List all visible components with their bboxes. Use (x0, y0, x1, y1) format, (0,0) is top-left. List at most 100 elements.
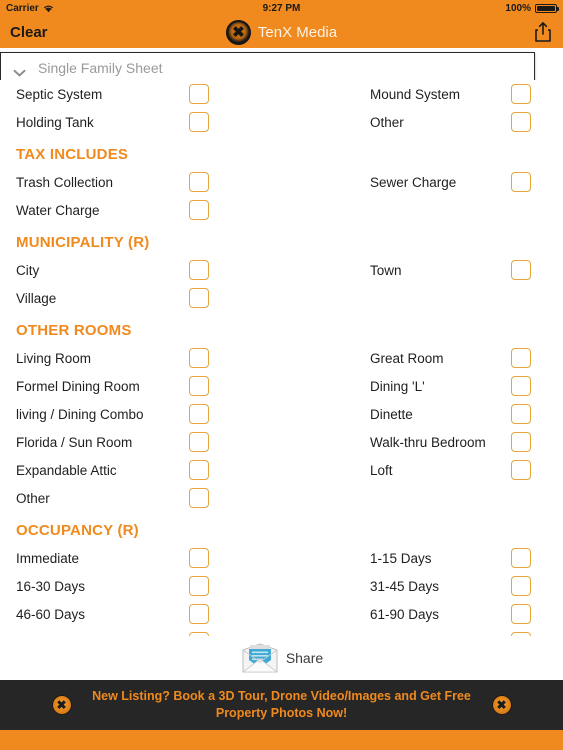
checklist-label-right: Walk-thru Bedroom (370, 428, 486, 456)
section-heading: MUNICIPALITY (R) (16, 233, 150, 251)
checklist-option-label: Expandable Attic (16, 462, 117, 478)
bottom-strip (0, 730, 563, 750)
checklist-option-label: Town (370, 262, 402, 278)
checkbox-right[interactable] (511, 172, 531, 192)
form-checklist: Septic System Mound System Holding Tank Oth… (0, 80, 563, 680)
checklist-option-label: Sewer Charge (370, 174, 457, 190)
checkbox-left[interactable] (189, 172, 209, 192)
close-x-icon-left[interactable]: ✖ (51, 695, 72, 715)
navigation-title-group: ✖ TenX Media (0, 16, 563, 48)
checklist-label-left: Holding Tank (16, 108, 94, 136)
checkbox-left[interactable] (189, 348, 209, 368)
checklist-label-right: 31-45 Days (370, 572, 439, 600)
checklist-label-right: Great Room (370, 344, 444, 372)
checklist-label-left: Formel Dining Room (16, 372, 140, 400)
ad-banner-text: New Listing? Book a 3D Tour, Drone Video… (92, 689, 471, 720)
checklist-row: living / Dining Combo Dinette (0, 400, 563, 428)
checklist-label-right: 1-15 Days (370, 544, 432, 572)
checkbox-right[interactable] (511, 112, 531, 132)
checkbox-right[interactable] (511, 576, 531, 596)
checklist-label-right: Mound System (370, 80, 460, 108)
status-bar-right: 100% (505, 2, 559, 14)
checkbox-right[interactable] (511, 84, 531, 104)
checklist-label-left: Water Charge (16, 196, 100, 224)
checklist-option-label: Village (16, 290, 57, 306)
checklist-row: Septic System Mound System (0, 80, 563, 108)
battery-full-icon (535, 3, 559, 13)
share-export-icon[interactable] (533, 21, 553, 43)
clear-button[interactable]: Clear (10, 24, 48, 41)
navigation-bar: Clear ✖ TenX Media (0, 16, 563, 48)
checklist-row: Trash Collection Sewer Charge (0, 168, 563, 196)
checklist-option-label: Trash Collection (16, 174, 114, 190)
checkbox-right[interactable] (511, 460, 531, 480)
checklist-option-label: Dining 'L' (370, 378, 425, 394)
checklist-row: 46-60 Days 61-90 Days (0, 600, 563, 628)
status-bar-time: 9:27 PM (262, 2, 301, 14)
checklist-label-left: Living Room (16, 344, 91, 372)
checklist-option-label: Formel Dining Room (16, 378, 140, 394)
checklist-label-right: Dinette (370, 400, 413, 428)
checklist-label-left: 16-30 Days (16, 572, 85, 600)
share-label[interactable]: Share (286, 650, 323, 666)
checkbox-left[interactable] (189, 576, 209, 596)
checkbox-left[interactable] (189, 488, 209, 508)
checkbox-left[interactable] (189, 260, 209, 280)
checkbox-left[interactable] (189, 404, 209, 424)
checklist-label-left: Village (16, 284, 56, 312)
app-screen: Carrier 9:27 PM 100% Clear ✖ TenX Media (0, 0, 563, 750)
checklist-row: Water Charge (0, 196, 563, 224)
checkbox-left[interactable] (189, 84, 209, 104)
checklist-row: Other (0, 484, 563, 512)
checkbox-right[interactable] (511, 432, 531, 452)
checklist-label-left: Florida / Sun Room (16, 428, 132, 456)
checklist-option-label: Holding Tank (16, 114, 94, 130)
checklist-option-label: 16-30 Days (16, 578, 86, 594)
checklist-option-label: Water Charge (16, 202, 100, 218)
checkbox-left[interactable] (189, 604, 209, 624)
share-footer: Share (0, 636, 563, 680)
close-x-icon-right[interactable]: ✖ (491, 695, 512, 715)
wifi-icon (43, 4, 54, 13)
tenx-logo-icon: ✖ (225, 19, 251, 45)
checkbox-left[interactable] (189, 200, 209, 220)
checklist-option-label: living / Dining Combo (16, 406, 144, 422)
status-bar: Carrier 9:27 PM 100% (0, 0, 563, 16)
ad-banner[interactable]: ✖ New Listing? Book a 3D Tour, Drone Vid… (0, 680, 563, 730)
checklist-option-label: 1-15 Days (370, 550, 432, 566)
checkbox-left[interactable] (189, 432, 209, 452)
checklist-row: Expandable Attic Loft (0, 456, 563, 484)
carrier-label: Carrier (6, 2, 39, 14)
checkbox-left[interactable] (189, 460, 209, 480)
checkbox-right[interactable] (511, 604, 531, 624)
checklist-row: Immediate 1-15 Days (0, 544, 563, 572)
section-heading: TAX INCLUDES (16, 145, 129, 163)
checklist-label-left: Trash Collection (16, 168, 113, 196)
checklist-label-left: Septic System (16, 80, 102, 108)
checkbox-right[interactable] (511, 404, 531, 424)
checkbox-right[interactable] (511, 548, 531, 568)
checklist-label-left: Other (16, 484, 50, 512)
chevron-down-icon (13, 64, 26, 77)
checkbox-left[interactable] (189, 376, 209, 396)
envelope-share-icon[interactable] (240, 642, 280, 674)
checklist-row: City Town (0, 256, 563, 284)
checklist-option-label: Other (16, 490, 50, 506)
checklist-row: Village (0, 284, 563, 312)
checkbox-right[interactable] (511, 376, 531, 396)
checkbox-right[interactable] (511, 348, 531, 368)
checklist-option-label: 61-90 Days (370, 606, 440, 622)
checkbox-left[interactable] (189, 288, 209, 308)
checkbox-left[interactable] (189, 548, 209, 568)
battery-percent-label: 100% (505, 2, 531, 14)
checklist-label-left: living / Dining Combo (16, 400, 144, 428)
checkbox-right[interactable] (511, 260, 531, 280)
checklist-option-label: Other (370, 114, 404, 130)
checklist-row: Living Room Great Room (0, 344, 563, 372)
checklist-option-label: Great Room (370, 350, 444, 366)
section-heading: OTHER ROOMS (16, 321, 132, 339)
checklist-label-right: Dining 'L' (370, 372, 425, 400)
checkbox-left[interactable] (189, 112, 209, 132)
checklist-option-label: 31-45 Days (370, 578, 440, 594)
checklist-option-label: Walk-thru Bedroom (370, 434, 486, 450)
